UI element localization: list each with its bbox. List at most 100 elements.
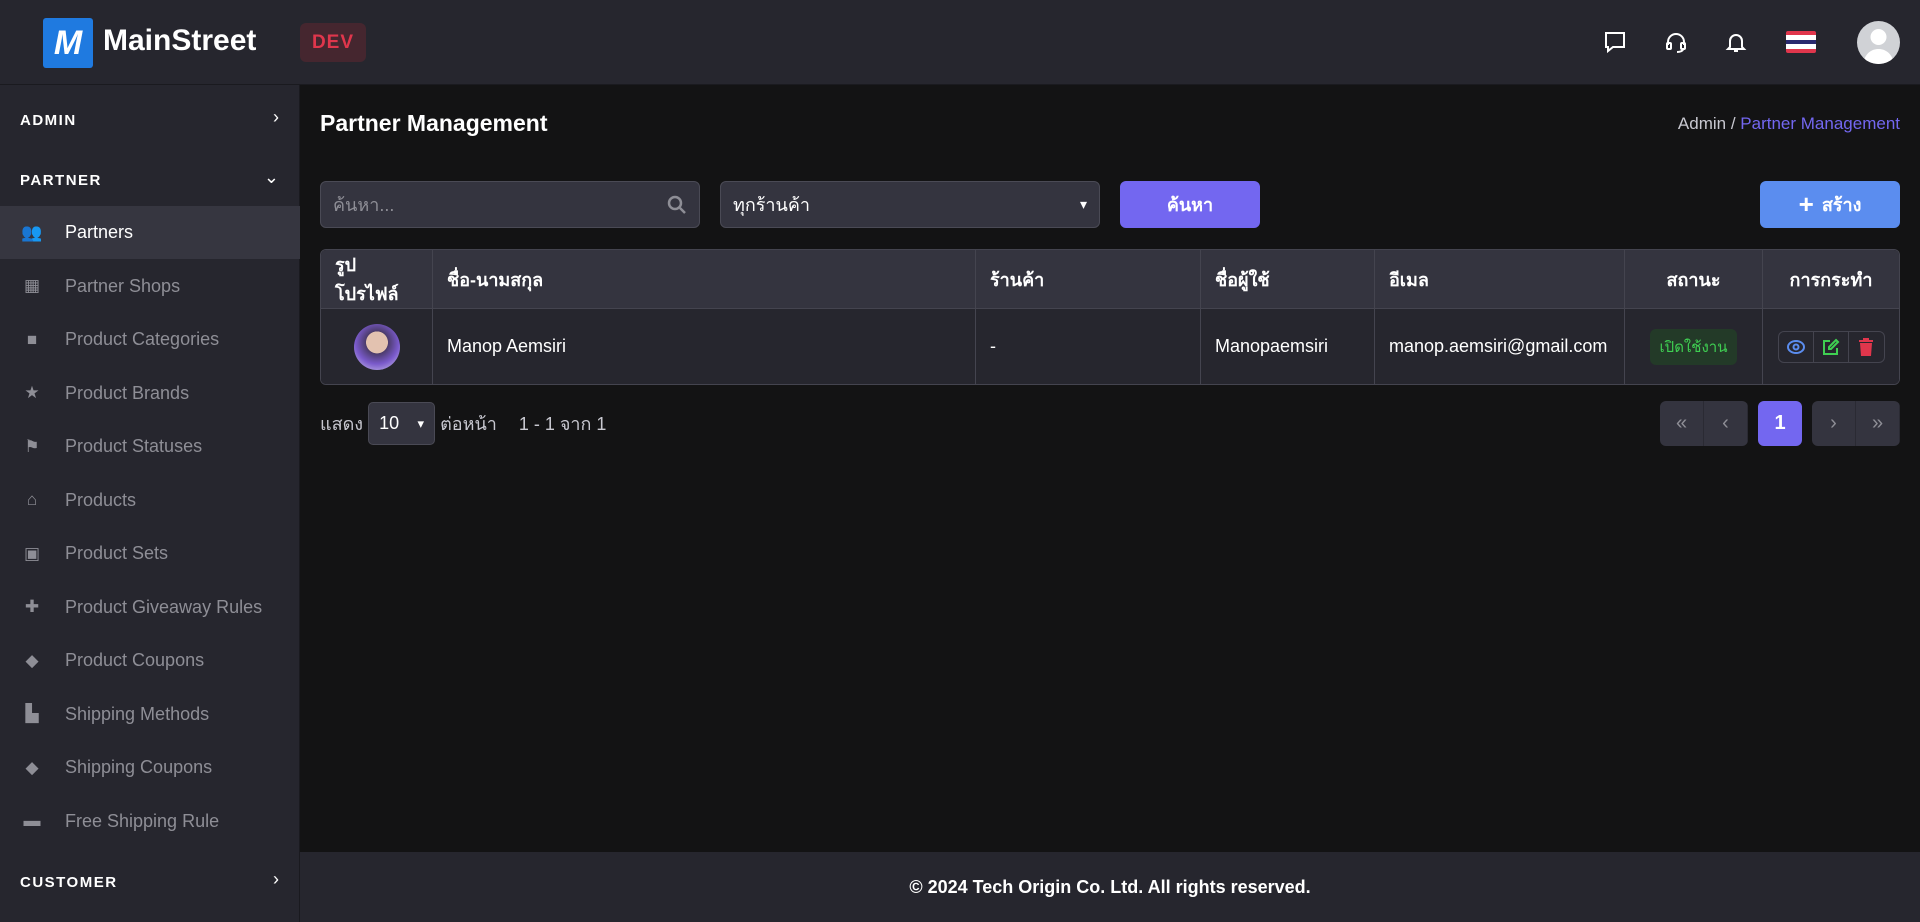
cell-name: Manop Aemsiri [433, 309, 976, 384]
sidebar-item-label: Product Statuses [65, 436, 203, 456]
create-button[interactable]: + สร้าง [1760, 181, 1900, 228]
sidebar-item-label: Partner Shops [65, 275, 181, 296]
sidebar-item-product-categories[interactable]: ■ Product Categories [0, 313, 300, 366]
partners-table: รูปโปรไฟล์ ชื่อ-นามสกุล ร้านค้า ชื่อผู้ใ… [320, 249, 1900, 385]
sidebar-item-label: Free Shipping Rule [65, 810, 220, 831]
search-placeholder: ค้นหา... [333, 195, 395, 215]
sidebar-item-label: Product Sets [65, 543, 169, 563]
sidebar-item-shipping-methods[interactable]: ▙ Shipping Methods [0, 688, 300, 741]
sidebar-item-product-giveaway-rules[interactable]: ✚ Product Giveaway Rules [0, 581, 300, 634]
chevron-right-icon[interactable]: › [273, 869, 279, 890]
star-icon: ★ [24, 383, 40, 402]
chevron-down-icon: ▾ [1079, 196, 1087, 212]
bag-icon: ▣ [23, 543, 41, 563]
pager-next-group: › » [1812, 401, 1900, 446]
breadcrumb: Admin / Partner Management [1678, 114, 1900, 134]
per-page-suffix: ต่อหน้า [440, 414, 497, 434]
plus-icon: + [1798, 189, 1814, 219]
first-page-button[interactable]: « [1660, 401, 1704, 446]
top-header: M MainStreet DEV [0, 0, 1920, 85]
page-size-control: แสดง 10 ▾ ต่อหน้า 1 - 1 จาก 1 [320, 401, 606, 446]
sidebar-item-product-sets[interactable]: ▣ Product Sets [0, 527, 300, 580]
flag-icon: ⚑ [24, 436, 40, 456]
logo-icon[interactable]: M [43, 18, 93, 68]
range-text: 1 - 1 จาก 1 [518, 414, 607, 434]
sidebar-item-product-coupons[interactable]: ◆ Product Coupons [0, 634, 300, 687]
sidebar-item-label: Product Categories [65, 329, 220, 349]
store-icon: ▦ [23, 276, 41, 295]
box-icon: ■ [26, 329, 38, 349]
sidebar-item-label: Product Giveaway Rules [65, 596, 263, 617]
tags-icon: ◆ [25, 650, 39, 670]
chevron-right-icon[interactable]: › [273, 107, 279, 128]
profile-image [353, 323, 400, 370]
search-icon [667, 195, 686, 214]
view-icon[interactable] [1779, 331, 1814, 362]
page-title: Partner Management [320, 110, 548, 136]
breadcrumb-admin[interactable]: Admin [1678, 114, 1726, 133]
delete-icon[interactable] [1849, 332, 1884, 362]
per-page-value: 10 [379, 413, 400, 433]
headset-icon[interactable] [1661, 26, 1691, 58]
breadcrumb-current: Partner Management [1740, 114, 1900, 133]
tags-icon: ◆ [25, 757, 39, 777]
page-number: 1 [1774, 412, 1786, 434]
col-actions: การกระทำ [1763, 250, 1899, 309]
sidebar-item-label: Products [65, 489, 137, 510]
show-label: แสดง [320, 414, 364, 434]
col-shop: ร้านค้า [976, 250, 1201, 309]
prev-page-button[interactable]: ‹ [1704, 401, 1748, 446]
next-page-button[interactable]: › [1812, 401, 1856, 446]
sidebar-item-label: Product Coupons [65, 650, 205, 670]
breadcrumb-separator: / [1730, 114, 1736, 133]
cell-username: Manopaemsiri [1201, 309, 1375, 384]
col-status: สถานะ [1625, 250, 1763, 309]
sidebar-item-label: Product Brands [65, 382, 190, 403]
sidebar-section-admin[interactable]: ADMIN [20, 112, 77, 129]
dolly-icon: ▙ [25, 704, 39, 723]
users-icon: 👥 [21, 222, 43, 242]
chevron-down-icon[interactable]: ⌄ [264, 167, 279, 188]
gift-icon: ✚ [24, 597, 40, 616]
table-row: Manop Aemsiri - Manopaemsiri manop.aemsi… [321, 309, 1899, 384]
edit-icon[interactable] [1814, 331, 1849, 362]
sidebar-item-label: Shipping Coupons [65, 757, 213, 777]
shop-select[interactable]: ทุกร้านค้า ▾ [720, 181, 1100, 228]
sidebar-item-partner-shops[interactable]: ▦ Partner Shops [0, 260, 300, 313]
col-username: ชื่อผู้ใช้ [1201, 250, 1375, 309]
per-page-select[interactable]: 10 ▾ [368, 402, 436, 445]
sidebar-item-products[interactable]: ⌂ Products [0, 474, 300, 527]
sidebar-item-free-shipping-rule[interactable]: ▬ Free Shipping Rule [0, 795, 300, 848]
col-name: ชื่อ-นามสกุล [433, 250, 976, 309]
cell-email: manop.aemsiri@gmail.com [1375, 309, 1625, 384]
search-button[interactable]: ค้นหา [1120, 181, 1260, 228]
sidebar-item-product-statuses[interactable]: ⚑ Product Statuses [0, 420, 300, 473]
page-1-button[interactable]: 1 [1758, 401, 1802, 446]
sidebar: ADMIN › PARTNER ⌄ 👥 Partners ▦ Partner Shop… [0, 85, 300, 922]
truck-icon: ▬ [23, 811, 41, 830]
sidebar-item-shipping-coupons[interactable]: ◆ Shipping Coupons [0, 741, 300, 794]
chevron-down-icon: ▾ [417, 415, 425, 431]
sidebar-item-partners[interactable]: 👥 Partners [0, 206, 300, 259]
thai-flag-icon[interactable] [1786, 31, 1816, 53]
footer: © 2024 Tech Origin Co. Ltd. All rights r… [300, 852, 1920, 922]
col-email: อีเมล [1375, 250, 1625, 309]
pager-prev-group: « ‹ [1660, 401, 1748, 446]
env-badge: DEV [300, 23, 366, 62]
search-input[interactable]: ค้นหา... [320, 181, 700, 228]
sidebar-item-product-brands[interactable]: ★ Product Brands [0, 367, 300, 420]
last-page-button[interactable]: » [1856, 401, 1900, 446]
sidebar-section-customer[interactable]: CUSTOMER [20, 874, 118, 891]
chat-icon[interactable] [1600, 26, 1630, 58]
sidebar-item-label: Shipping Methods [65, 703, 210, 724]
brand-name[interactable]: MainStreet [103, 24, 256, 58]
status-badge: เปิดใช้งาน [1649, 328, 1738, 365]
basket-icon: ⌂ [26, 490, 38, 509]
sidebar-item-label: Partners [65, 222, 134, 242]
bell-icon[interactable] [1721, 26, 1751, 58]
col-profile: รูปโปรไฟล์ [321, 250, 433, 309]
create-label: สร้าง [1821, 195, 1862, 215]
shop-select-value: ทุกร้านค้า [733, 195, 810, 215]
user-avatar[interactable] [1857, 21, 1900, 64]
sidebar-section-partner[interactable]: PARTNER [20, 172, 102, 189]
